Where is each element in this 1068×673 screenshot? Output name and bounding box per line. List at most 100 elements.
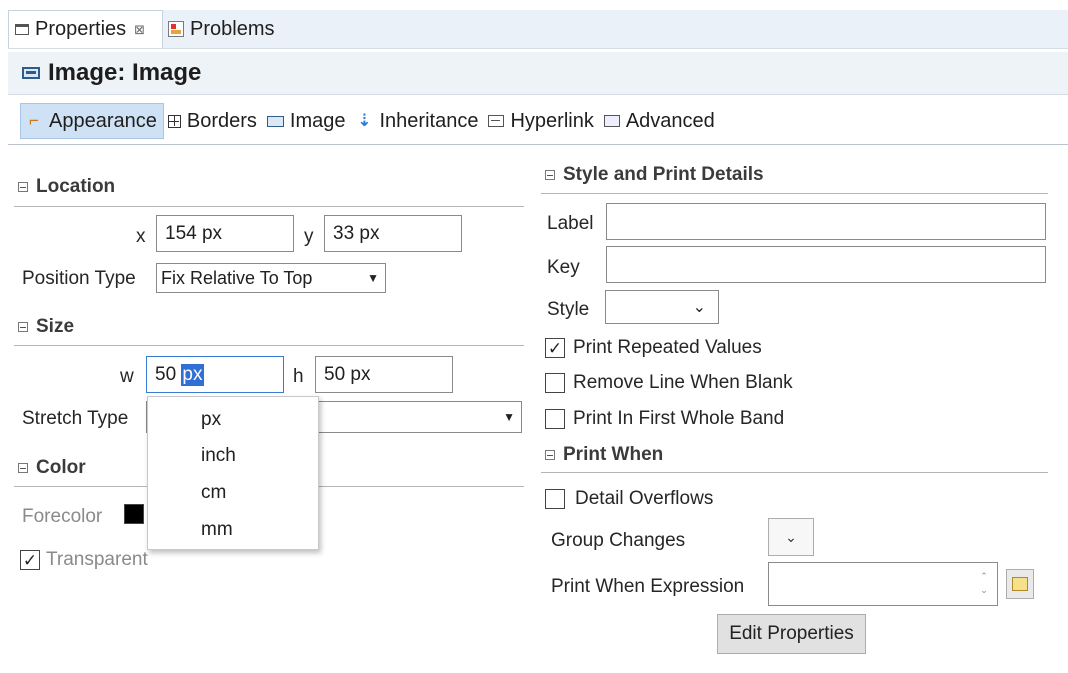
- style-print-section-header[interactable]: Style and Print Details: [545, 164, 764, 186]
- group-changes-select[interactable]: ⌄: [768, 518, 814, 556]
- page-title: Image: Image: [48, 59, 202, 86]
- chevron-down-icon: ⌄: [692, 299, 706, 316]
- position-type-label: Position Type: [22, 268, 136, 289]
- color-section-header[interactable]: Color: [18, 457, 86, 479]
- spinner-icon[interactable]: ⌃ ⌄: [977, 569, 991, 599]
- label-label: Label: [547, 213, 594, 234]
- transparent-checkbox[interactable]: ✓ Transparent: [20, 549, 148, 571]
- image-icon: [266, 115, 284, 127]
- print-when-header-label: Print When: [563, 444, 664, 465]
- collapse-icon: [18, 322, 28, 332]
- print-when-expression-input[interactable]: ⌃ ⌄: [768, 562, 998, 606]
- detail-overflows-label: Detail Overflows: [575, 488, 714, 509]
- style-print-separator: [541, 193, 1048, 194]
- chevron-down-icon: ▼: [503, 410, 515, 424]
- color-header-label: Color: [36, 457, 86, 478]
- print-repeated-check[interactable]: ✓: [545, 338, 565, 358]
- tab-problems-label: Problems: [190, 17, 275, 40]
- unit-option-cm[interactable]: cm: [201, 482, 226, 504]
- remove-line-checkbox[interactable]: Remove Line When Blank: [545, 372, 793, 394]
- key-input[interactable]: [606, 246, 1046, 283]
- tab-image-label: Image: [289, 109, 346, 132]
- style-select[interactable]: ⌄: [605, 290, 719, 324]
- unit-option-px[interactable]: px: [201, 409, 221, 431]
- w-value-number: 50: [155, 363, 182, 385]
- h-label: h: [293, 366, 304, 387]
- transparent-check[interactable]: ✓: [20, 550, 40, 570]
- w-input[interactable]: 50 px: [146, 356, 284, 393]
- property-tabs-toolbar: ⌐ Appearance Borders Image ⇣ Inheritance…: [8, 98, 1068, 145]
- key-label: Key: [547, 257, 580, 278]
- size-separator: [14, 345, 524, 346]
- unit-dropdown-menu: px inch cm mm: [147, 396, 319, 550]
- collapse-icon: [545, 450, 555, 460]
- w-label: w: [120, 366, 134, 387]
- tab-hyperlink[interactable]: Hyperlink: [484, 103, 599, 139]
- print-first-band-checkbox[interactable]: Print In First Whole Band: [545, 408, 784, 430]
- tab-appearance[interactable]: ⌐ Appearance: [20, 103, 164, 139]
- image-element-icon: [22, 67, 40, 79]
- properties-view-icon: [15, 24, 29, 35]
- detail-overflows-check[interactable]: [545, 489, 565, 509]
- close-icon[interactable]: ⊠: [134, 22, 145, 38]
- print-repeated-checkbox[interactable]: ✓ Print Repeated Values: [545, 337, 762, 359]
- location-header-label: Location: [36, 176, 116, 197]
- tab-appearance-label: Appearance: [49, 109, 157, 132]
- h-input[interactable]: 50 px: [315, 356, 453, 393]
- unit-option-inch[interactable]: inch: [201, 445, 236, 467]
- x-input[interactable]: 154 px: [156, 215, 294, 252]
- chevron-down-icon: ⌄: [785, 528, 797, 545]
- location-separator: [14, 206, 524, 207]
- advanced-icon: [603, 115, 620, 127]
- position-type-value: Fix Relative To Top: [161, 267, 313, 288]
- print-when-section-header[interactable]: Print When: [545, 444, 663, 466]
- tab-properties[interactable]: Properties ⊠: [8, 10, 163, 48]
- detail-overflows-checkbox[interactable]: Detail Overflows: [545, 488, 713, 510]
- hyperlink-icon: [488, 115, 505, 127]
- tab-borders-label: Borders: [186, 109, 257, 132]
- style-label: Style: [547, 299, 590, 320]
- collapse-icon: [18, 463, 28, 473]
- y-input[interactable]: 33 px: [324, 215, 462, 252]
- size-section-header[interactable]: Size: [18, 316, 74, 338]
- w-value-unit-selected: px: [181, 363, 204, 386]
- collapse-icon: [18, 182, 28, 192]
- chevron-down-icon: ▼: [367, 271, 379, 285]
- edit-properties-button[interactable]: Edit Properties: [717, 614, 866, 654]
- position-type-select[interactable]: Fix Relative To Top ▼: [156, 263, 386, 293]
- print-first-band-label: Print In First Whole Band: [573, 408, 785, 429]
- style-print-header-label: Style and Print Details: [563, 164, 764, 185]
- tab-borders[interactable]: Borders: [164, 103, 263, 139]
- label-input[interactable]: [606, 203, 1046, 240]
- transparent-label: Transparent: [46, 549, 148, 570]
- appearance-icon: ⌐: [29, 111, 39, 130]
- unit-option-mm[interactable]: mm: [201, 519, 233, 541]
- tab-image[interactable]: Image: [263, 103, 352, 139]
- size-header-label: Size: [36, 316, 75, 337]
- tab-advanced[interactable]: Advanced: [600, 103, 721, 139]
- stretch-type-label: Stretch Type: [22, 408, 129, 429]
- remove-line-label: Remove Line When Blank: [573, 372, 793, 393]
- properties-title-bar: Image: Image: [8, 52, 1068, 95]
- remove-line-check[interactable]: [545, 373, 565, 393]
- tab-advanced-label: Advanced: [625, 109, 715, 132]
- print-first-band-check[interactable]: [545, 409, 565, 429]
- tab-inheritance[interactable]: ⇣ Inheritance: [352, 103, 485, 139]
- x-label: x: [136, 226, 146, 247]
- expression-editor-button[interactable]: [1006, 569, 1034, 599]
- collapse-icon: [545, 170, 555, 180]
- forecolor-label: Forecolor: [22, 506, 103, 527]
- group-changes-label: Group Changes: [551, 530, 686, 551]
- y-label: y: [304, 226, 314, 247]
- tab-inheritance-label: Inheritance: [379, 109, 479, 132]
- forecolor-swatch[interactable]: [124, 504, 144, 524]
- view-tab-bar: Properties ⊠ Problems: [8, 10, 1068, 49]
- borders-icon: [167, 114, 181, 128]
- problems-view-icon: [168, 21, 184, 37]
- tab-problems[interactable]: Problems: [166, 10, 274, 48]
- location-section-header[interactable]: Location: [18, 176, 115, 198]
- print-repeated-label: Print Repeated Values: [573, 337, 762, 358]
- edit-expression-icon: [1012, 577, 1028, 591]
- tab-hyperlink-label: Hyperlink: [510, 109, 594, 132]
- print-when-expression-label: Print When Expression: [551, 576, 745, 597]
